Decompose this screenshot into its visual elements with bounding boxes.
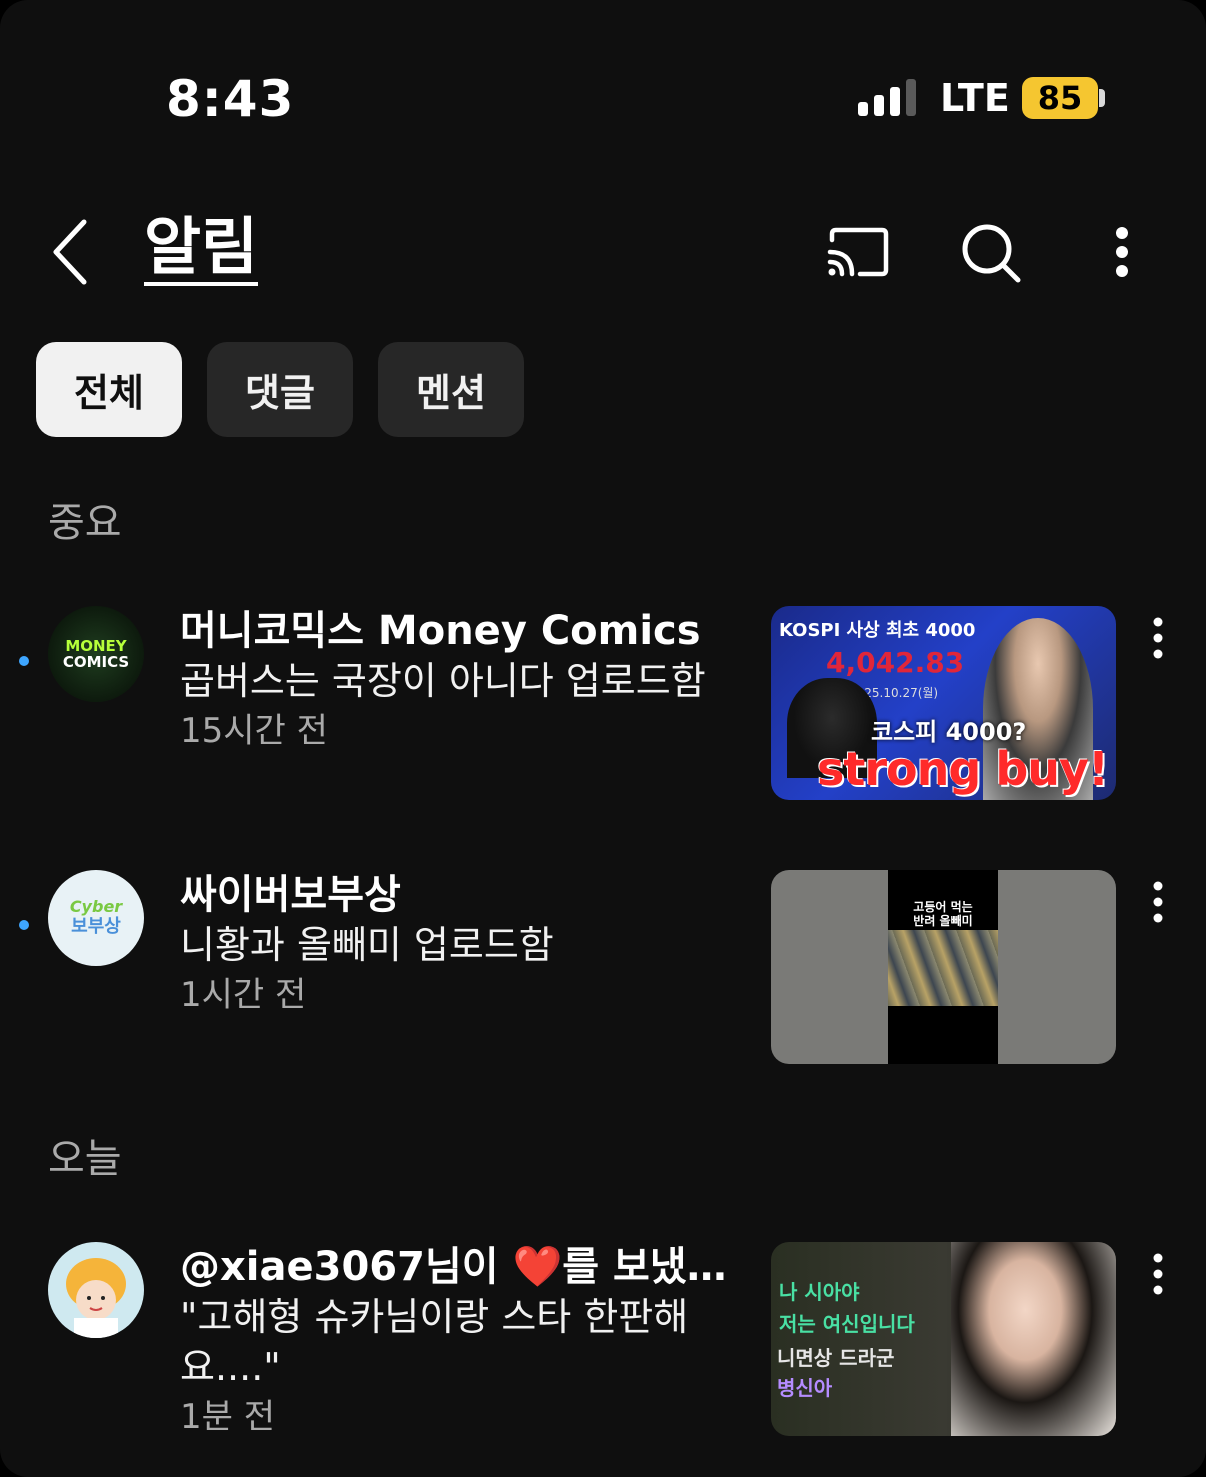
notification-body: "고해형 슈카님이랑 스타 한판해요...." bbox=[180, 1295, 689, 1389]
notification-text: 머니코믹스 Money Comics 곱버스는 국장이 아니다 업로드함 15시… bbox=[180, 606, 750, 754]
notification-body: 니황과 올빼미 업로드함 bbox=[180, 923, 554, 967]
avatar-text-2: COMICS bbox=[62, 653, 130, 671]
notification-item[interactable]: Cyber 보부상 싸이버보부상 니황과 올빼미 업로드함 1시간 전 고등어 … bbox=[0, 864, 1206, 1064]
cast-icon[interactable] bbox=[822, 218, 892, 288]
thumb-number: 4,042.83 bbox=[826, 646, 965, 679]
thumb-line-1: 나 시아야 bbox=[779, 1280, 860, 1304]
battery-tip bbox=[1099, 89, 1105, 107]
avatar-text-1: Cyber bbox=[69, 897, 123, 916]
notification-text: 싸이버보부상 니황과 올빼미 업로드함 1시간 전 bbox=[180, 870, 750, 1018]
chip-all[interactable]: 전체 bbox=[36, 342, 182, 437]
more-vert-icon[interactable] bbox=[1136, 1248, 1180, 1308]
notification-body: 곱버스는 국장이 아니다 업로드함 bbox=[180, 659, 706, 703]
more-vert-icon[interactable] bbox=[1090, 218, 1160, 288]
notification-item[interactable]: MONEY COMICS 머니코믹스 Money Comics 곱버스는 국장이… bbox=[0, 600, 1206, 800]
search-icon[interactable] bbox=[956, 218, 1026, 288]
avatar-text-2: 보부상 bbox=[71, 916, 121, 937]
thumb-line-3: 니면상 드라군 bbox=[777, 1346, 895, 1370]
notifications-screen: 8:43 LTE 85 알림 전체 댓글 멘션 중요 MONEY COMICS … bbox=[0, 0, 1206, 1477]
unread-dot bbox=[19, 920, 29, 930]
notification-channel: @xiae3067님이 ❤️를 보냈습… bbox=[180, 1244, 750, 1290]
avatar-text-1: MONEY bbox=[65, 637, 127, 655]
section-title-today: 오늘 bbox=[48, 1136, 122, 1182]
video-thumbnail[interactable]: KOSPI 사상 최초 4000 4,042.83 2025.10.27(월) … bbox=[771, 606, 1116, 800]
avatar[interactable] bbox=[48, 1242, 144, 1338]
network-type: LTE bbox=[940, 76, 1010, 120]
thumb-line-2: 저는 여신입니다 bbox=[779, 1312, 915, 1336]
notification-text: @xiae3067님이 ❤️를 보냈습… "고해형 슈카님이랑 스타 한판해요.… bbox=[180, 1242, 750, 1440]
thumb-top-text: KOSPI 사상 최초 4000 bbox=[779, 620, 976, 641]
video-thumbnail[interactable]: 고등어 먹는 반려 올빼미 bbox=[771, 870, 1116, 1064]
thumb-person bbox=[951, 1242, 1116, 1436]
thumb-fish-image bbox=[888, 930, 998, 1006]
filter-chips: 전체 댓글 멘션 bbox=[36, 342, 524, 437]
page-title: 알림 bbox=[144, 212, 259, 286]
more-vert-icon[interactable] bbox=[1136, 612, 1180, 672]
unread-dot bbox=[19, 656, 29, 666]
notification-time: 1시간 전 bbox=[180, 975, 307, 1015]
avatar[interactable]: Cyber 보부상 bbox=[48, 870, 144, 966]
avatar[interactable]: MONEY COMICS bbox=[48, 606, 144, 702]
chip-comments[interactable]: 댓글 bbox=[207, 342, 353, 437]
thumb-short-frame: 고등어 먹는 반려 올빼미 bbox=[888, 870, 998, 1064]
thumb-line-2: 반려 올빼미 bbox=[913, 914, 973, 928]
battery-icon: 85 bbox=[1022, 77, 1098, 119]
thumb-line-4: 병신아 bbox=[777, 1376, 833, 1400]
notification-channel: 머니코믹스 Money Comics bbox=[180, 608, 701, 654]
notification-time: 15시간 전 bbox=[180, 711, 328, 751]
chip-mentions[interactable]: 멘션 bbox=[378, 342, 524, 437]
notification-channel: 싸이버보부상 bbox=[180, 872, 401, 918]
avatar-illustration bbox=[66, 1258, 126, 1338]
signal-strength-icon bbox=[858, 79, 916, 116]
status-time: 8:43 bbox=[166, 70, 295, 128]
section-title-important: 중요 bbox=[48, 500, 122, 546]
video-thumbnail[interactable]: 나 시아야 저는 여신입니다 니면상 드라군 병신아 bbox=[771, 1242, 1116, 1436]
notification-time: 1분 전 bbox=[180, 1397, 275, 1437]
more-vert-icon[interactable] bbox=[1136, 876, 1180, 936]
thumb-headline: strong buy! bbox=[817, 742, 1109, 796]
notification-item[interactable]: @xiae3067님이 ❤️를 보냈습… "고해형 슈카님이랑 스타 한판해요.… bbox=[0, 1236, 1206, 1446]
back-arrow-icon[interactable] bbox=[44, 214, 104, 290]
